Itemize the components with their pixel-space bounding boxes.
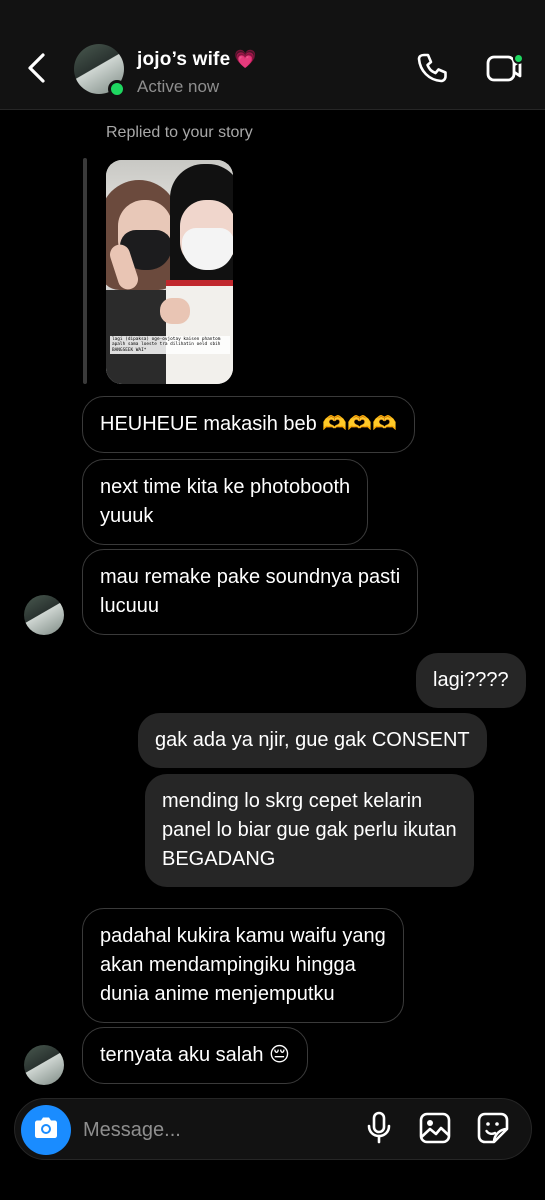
- message-text: lucuuu: [100, 595, 159, 617]
- message-text: mau remake pake soundnya pasti: [100, 566, 401, 588]
- active-status: Active now: [137, 77, 220, 96]
- message-text: padahal kukira kamu waifu yang: [100, 925, 386, 947]
- voice-message-button[interactable]: [361, 1111, 397, 1150]
- sticker-icon: [476, 1111, 510, 1150]
- message-text: gak ada ya njir, gue gak CONSENT: [155, 729, 470, 751]
- online-indicator: [108, 80, 126, 98]
- contact-name[interactable]: jojo’s wife 💗: [137, 49, 257, 71]
- microphone-icon: [365, 1111, 393, 1150]
- video-call-button[interactable]: [484, 50, 524, 90]
- message-bubble[interactable]: HEUHEUE makasih beb 🫶🫶🫶: [82, 396, 416, 453]
- message-text: akan mendampingiku hingga: [100, 954, 356, 976]
- message-text: mending lo skrg cepet kelarin: [162, 790, 423, 812]
- message-bubble[interactable]: lagi????: [416, 653, 526, 708]
- heart-emoji: 💗: [234, 49, 257, 69]
- gallery-button[interactable]: [417, 1112, 453, 1148]
- message-text: HEUHEUE makasih beb 🫶🫶🫶: [100, 413, 398, 435]
- message-bubble[interactable]: padahal kukira kamu waifu yang akan mend…: [82, 908, 404, 1023]
- message-input[interactable]: [83, 1115, 343, 1145]
- sticker-button[interactable]: [475, 1112, 511, 1148]
- call-button[interactable]: [412, 50, 452, 90]
- message-text: ternyata aku salah 😔: [100, 1044, 290, 1066]
- chevron-left-icon: [25, 52, 47, 89]
- phone-icon: [415, 51, 449, 90]
- message-bubble[interactable]: mending lo skrg cepet kelarin panel lo b…: [145, 774, 474, 887]
- video-active-dot: [513, 53, 524, 64]
- back-button[interactable]: [18, 48, 54, 92]
- message-composer: [14, 1098, 532, 1160]
- message-text: dunia anime menjemputku: [100, 983, 335, 1005]
- message-text: yuuuk: [100, 505, 154, 527]
- story-caption: lagi (dipaksa) oge-ovjotay kaisen phanto…: [110, 336, 230, 355]
- message-text: BEGADANG: [162, 848, 276, 870]
- story-thumbnail[interactable]: lagi (dipaksa) oge-ovjotay kaisen phanto…: [106, 160, 233, 384]
- message-text: next time kita ke photobooth: [100, 476, 351, 498]
- contact-name-text: jojo’s wife: [137, 49, 231, 70]
- story-reply-label: Replied to your story: [106, 124, 253, 141]
- contact-avatar-small[interactable]: [24, 1045, 64, 1085]
- message-bubble[interactable]: ternyata aku salah 😔: [82, 1027, 308, 1084]
- camera-button[interactable]: [21, 1105, 71, 1155]
- message-text: lagi????: [433, 669, 509, 691]
- message-text: panel lo biar gue gak perlu ikutan: [162, 819, 457, 841]
- contact-avatar-small[interactable]: [24, 595, 64, 635]
- reply-quote-bar: [83, 158, 87, 384]
- message-bubble[interactable]: next time kita ke photobooth yuuuk: [82, 459, 369, 545]
- chat-header: jojo’s wife 💗 Active now: [0, 0, 545, 110]
- message-bubble[interactable]: gak ada ya njir, gue gak CONSENT: [138, 713, 487, 768]
- image-icon: [418, 1111, 452, 1150]
- camera-icon: [32, 1116, 60, 1145]
- message-bubble[interactable]: mau remake pake soundnya pasti lucuuu: [82, 549, 419, 635]
